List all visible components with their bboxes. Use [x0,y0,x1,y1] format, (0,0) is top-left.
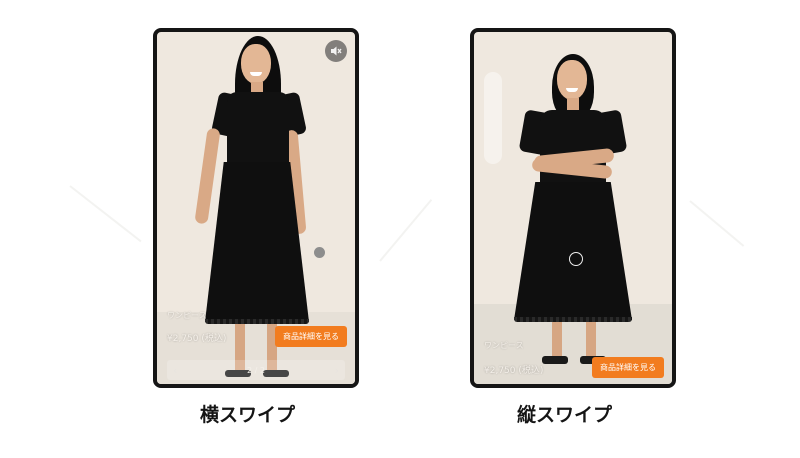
touch-indicator [314,247,325,258]
background-stroke [379,199,433,262]
mute-button[interactable] [325,40,347,62]
horizontal-swipe-caption: 横スワイプ [200,404,296,426]
touch-indicator [569,252,583,266]
background-stroke [69,185,142,243]
horizontal-swipe-phone: ワンピース ¥2,750 (税込) 商品詳細を見る ‹ 2 / 2 › [153,28,359,388]
model-photo [474,32,672,384]
product-price: ¥2,750 (税込) [167,334,227,344]
product-name: ワンピース [484,341,524,350]
product-name: ワンピース [167,311,207,320]
muted-speaker-icon [331,46,342,56]
page-counter: 2 / 2 [247,365,265,375]
product-detail-button[interactable]: 商品詳細を見る [275,326,347,347]
product-price: ¥2,750 (税込) [484,366,544,376]
image-pager: ‹ 2 / 2 › [167,360,345,380]
chevron-left-icon[interactable]: ‹ [167,364,183,377]
background-stroke [689,200,745,247]
vertical-swipe-phone: ワンピース ¥2,750 (税込) 商品詳細を見る [470,28,676,388]
chevron-right-icon[interactable]: › [329,364,345,377]
product-detail-button[interactable]: 商品詳細を見る [592,357,664,378]
vertical-swipe-caption: 縦スワイプ [517,404,613,426]
